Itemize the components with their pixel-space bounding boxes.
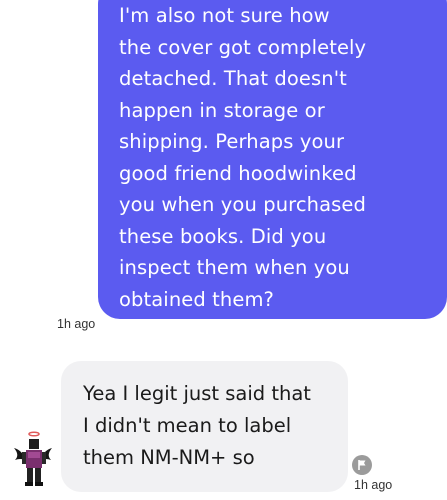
- message-line: I didn't mean to label: [83, 414, 292, 437]
- message-line: detached. That doesn't: [119, 67, 347, 90]
- message-line: obtained them?: [119, 287, 275, 311]
- received-message-bubble[interactable]: Yea I legit just said that I didn't mean…: [61, 361, 348, 492]
- message-line: I'm also not sure how: [119, 4, 330, 27]
- message-line: them NM-NM+ so: [83, 446, 255, 469]
- message-line: inspect them when you: [119, 256, 350, 279]
- message-line: Yea I legit just said that: [83, 382, 311, 405]
- message-line: shipping. Perhaps your: [119, 130, 345, 153]
- received-timestamp: 1h ago: [354, 478, 393, 492]
- avatar-icon: [14, 431, 52, 486]
- message-line: these books. Did you: [119, 224, 327, 248]
- sent-message-bubble[interactable]: I'm also not sure how the cover got comp…: [98, 0, 447, 319]
- flag-icon[interactable]: [352, 455, 372, 475]
- user-avatar[interactable]: [12, 430, 54, 494]
- message-line: happen in storage or: [119, 98, 325, 122]
- message-line: good friend hoodwinked: [119, 161, 357, 185]
- flag-glyph: [358, 460, 366, 470]
- message-line: the cover got completely: [119, 35, 367, 59]
- sent-timestamp: 1h ago: [57, 317, 96, 331]
- message-line: you when you purchased: [119, 193, 367, 216]
